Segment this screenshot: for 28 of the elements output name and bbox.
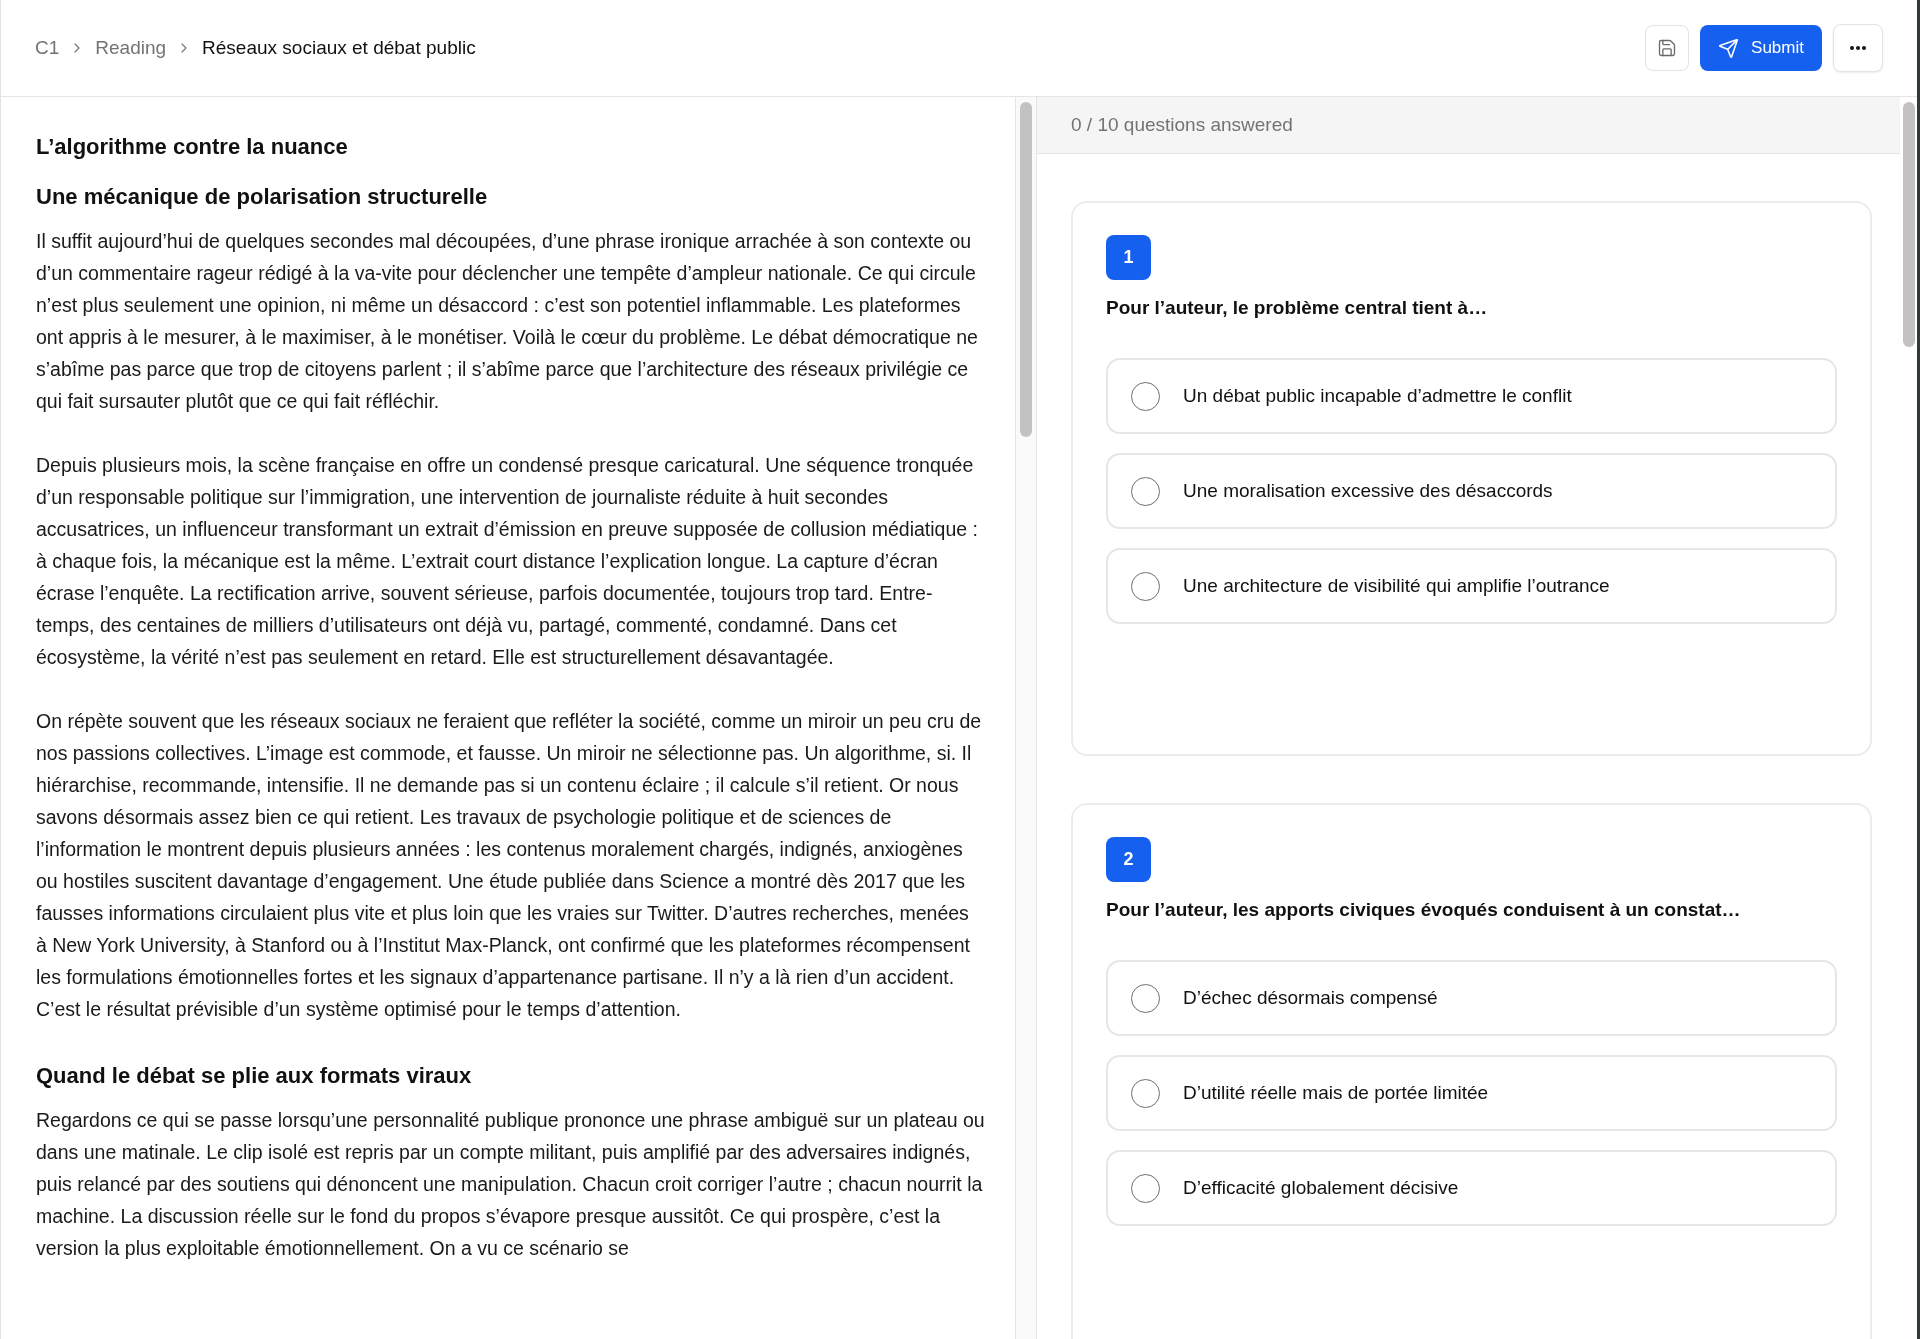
save-icon: [1657, 38, 1678, 58]
question-number: 1: [1106, 235, 1151, 280]
question-prompt: Pour l’auteur, le problème central tient à…: [1106, 296, 1489, 320]
breadcrumb-link[interactable]: C1: [35, 33, 60, 63]
article-paragraph: Regardons ce qui se passe lorsqu’une personnalité publique prononce une phrase ambiguë sur un plateau ou dans une matinale. Le clip isolé est repris par un compte militant, puis amplifié par des adversaires indignés, puis relancé par des soutiens qui dénoncent une manipulation. Chacun croit corriger l’autre ; chacun nourrit la machine. La discussion réelle sur le fond du propos s’évapore presque aussitôt. Ce qui prospère, c’est la version la plus exploitable émotionnellement. On a vu ce scénario se: [36, 1108, 985, 1261]
question-prompt: Pour l’auteur, les apports civiques évoqués conduisent à un constat…: [1106, 898, 1742, 922]
article-paragraph: On répète souvent que les réseaux sociaux ne feraient que refléter la société, comme un miroir un peu cru de nos passions collectives. L’image est commode, et fausse. Un miroir ne sélectionne pas. Un algorithme, si. Il hiérarchise, recommande, intensifie. Il ne demande pas si un contenu éclaire ; il calcule s’il retient. Or nous savons désormais assez bien ce qui retient. Les travaux de psychologie politique et de sciences de l’information le montrent depuis plusieurs années : les contenus moralement chargés, indignés, anxiogènes ou hostiles suscitent davantage d’engagement. Une étude publiée dans Science a montré dès 2017 que les fausses informations circulaient plus vite et plus loin que les vraies sur Twitter. D’autres recherches, menées à New York University, à Stanford ou à l’Institut Max-Planck, ont confirmé que les plateformes récompensent les formulations émotionnelles fortes et les signaux d’appartenance partisane. Il n’y a là rien d’un accident. C’est le résultat prévisible d’un système optimisé pour le temps d’attention.: [36, 709, 983, 1022]
breadcrumb-link[interactable]: Reading: [95, 33, 167, 63]
answer-option[interactable]: Une architecture de visibilité qui amplifie l’outrance: [1106, 548, 1837, 624]
save-button[interactable]: [1645, 25, 1690, 71]
answer-option[interactable]: Une moralisation excessive des désaccords: [1106, 453, 1837, 529]
paper-plane-icon: [1718, 37, 1740, 59]
section-heading: Quand le débat se plie aux formats viraux: [36, 1062, 473, 1090]
scrollbar-thumb[interactable]: [1902, 102, 1915, 347]
scrollbar-thumb[interactable]: [1020, 102, 1032, 437]
question-number: 2: [1106, 837, 1151, 882]
answer-option[interactable]: D’échec désormais compensé: [1106, 960, 1837, 1036]
answer-option[interactable]: Un débat public incapable d’admettre le conflit: [1106, 358, 1837, 434]
article-title: L’algorithme contre la nuance: [36, 133, 349, 161]
answer-option[interactable]: D’utilité réelle mais de portée limitée: [1106, 1055, 1837, 1131]
breadcrumb-current: Réseaux sociaux et débat public: [202, 35, 476, 60]
article-paragraph: Depuis plusieurs mois, la scène française en offre un condensé presque caricatural. Une séquence tronquée d’un responsable politique sur l’immigration, une intervention de journaliste réduite à huit secondes accusatrices, un influenceur transformant un extrait d’émission en preuve supposée de collusion médiatique : à chaque fois, la mécanique est la même. L’extrait court distance l’explication longue. La capture d’écran écrase l’enquête. La rectification arrive, souvent sérieuse, parfois documentée, toujours trop tard. Entre-temps, des centaines de milliers d’utilisateurs ont déjà vu, partagé, commenté, condamné. Dans cet écosystème, la vérité n’est pas seulement en retard. Elle est structurellement désavantagée.: [36, 453, 979, 670]
ellipsis-icon: [1850, 46, 1866, 50]
answer-option[interactable]: D’efficacité globalement décisive: [1106, 1150, 1837, 1226]
submit-button[interactable]: Submit: [1700, 25, 1822, 71]
progress-text: 0 / 10 questions answered: [1071, 112, 1293, 137]
section-heading: Une mécanique de polarisation structurelle: [36, 183, 489, 211]
article-paragraph: Il suffit aujourd’hui de quelques secondes mal découpées, d’une phrase ironique arrachée à son contexte ou d’un commentaire rageur rédigé à la va-vite pour déclencher une tempête d’ampleur nationale. Ce qui circule n’est plus seulement une opinion, ni même un désaccord : c’est son potentiel inflammable. Les plateformes ont appris à le mesurer, à le maximiser, à le monétiser. Voilà le cœur du problème. Le débat démocratique ne s’abîme pas parce que trop de citoyens parlent ; il s’abîme parce que l’architecture des réseaux privilégie ce qui fait sursauter plutôt que ce qui fait réfléchir.: [36, 229, 979, 414]
